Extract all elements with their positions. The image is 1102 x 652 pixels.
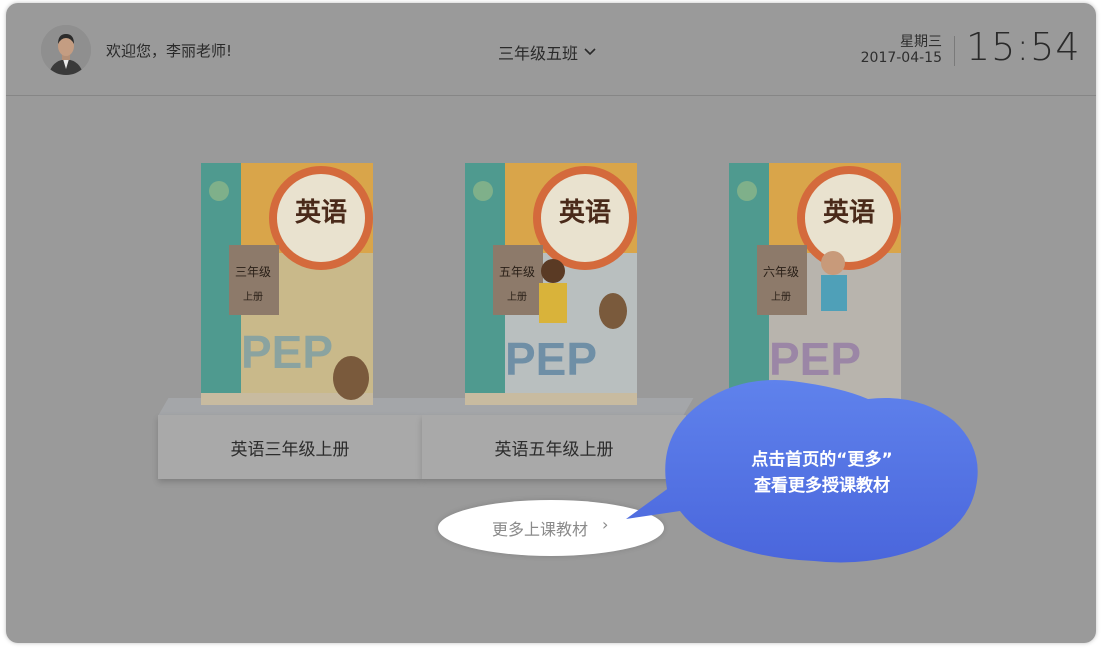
book-title-1: 英语 [295, 198, 347, 227]
book-grade-1: 三年级 [235, 265, 271, 279]
book-badge-2: PEP [505, 333, 597, 385]
book-volume-1: 上册 [243, 291, 263, 303]
book-grade-2: 五年级 [499, 265, 535, 279]
date-text: 2017-04-15 [860, 50, 942, 66]
greeting-text: 欢迎您，李丽老师! [106, 42, 233, 60]
book-cover-grade5[interactable]: 英语 五年级 上册 PEP [465, 163, 637, 405]
class-selector-label: 三年级五班 [498, 44, 579, 63]
avatar-portrait-icon [41, 25, 91, 75]
book-volume-2: 上册 [507, 291, 527, 303]
book-grade-3: 六年级 [763, 265, 799, 279]
app-screen: 欢迎您，李丽老师! 三年级五班 星期三 2017-04-15 15:54 英语三… [6, 3, 1096, 643]
book-volume-3: 上册 [771, 291, 791, 303]
book-cover-grade3[interactable]: 英语 三年级 上册 PEP [201, 163, 373, 405]
chevron-down-icon [584, 48, 596, 56]
more-textbooks-label: 更多上课教材 [492, 520, 589, 539]
textbook-cover-image: 英语 五年级 上册 PEP [465, 163, 637, 405]
textbook-cover-image: 英语 三年级 上册 PEP [201, 163, 373, 405]
tooltip-line-1: 点击首页的“更多” [751, 450, 893, 470]
clock-time: 15:54 [966, 25, 1081, 69]
book-label-card-1[interactable]: 英语三年级上册 [158, 415, 422, 479]
chevron-right-icon: › [602, 515, 609, 534]
weekday-text: 星期三 [900, 34, 942, 50]
book-label-1: 英语三年级上册 [230, 440, 350, 460]
book-title-2: 英语 [559, 198, 611, 227]
class-selector[interactable]: 三年级五班 [498, 40, 596, 64]
top-bar: 欢迎您，李丽老师! 三年级五班 星期三 2017-04-15 15:54 [6, 3, 1096, 96]
teacher-avatar[interactable] [41, 25, 91, 75]
book-title-3: 英语 [823, 198, 875, 227]
book-badge-1: PEP [241, 326, 333, 378]
tooltip-line-2: 查看更多授课教材 [754, 476, 890, 496]
header-divider [954, 36, 955, 66]
